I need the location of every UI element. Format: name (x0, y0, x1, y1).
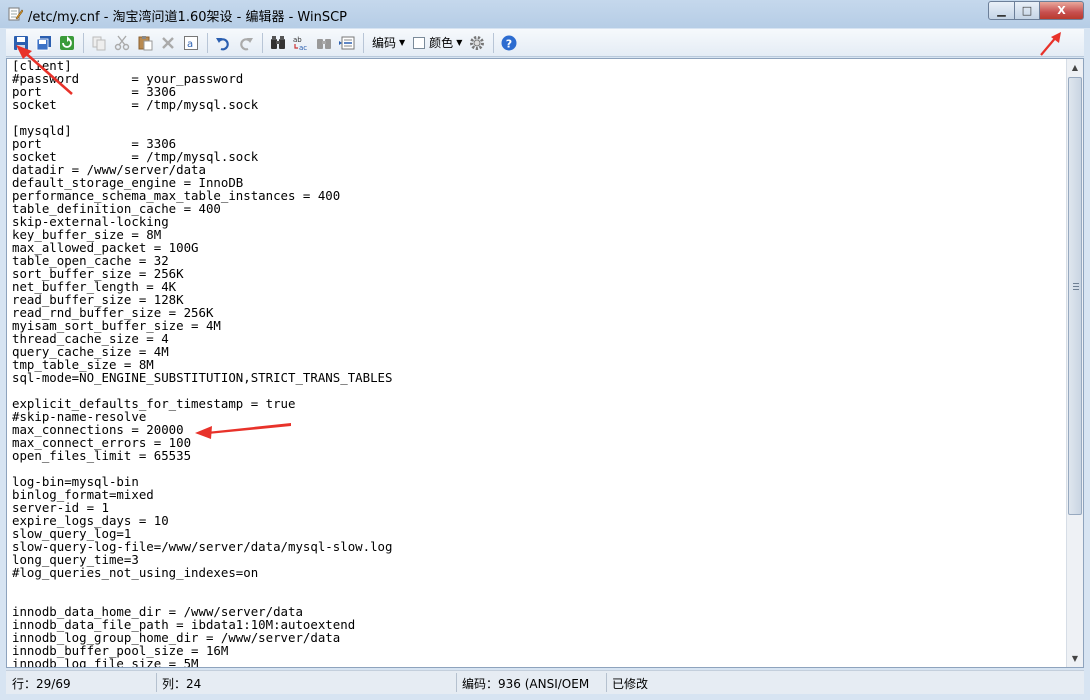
settings-icon (470, 35, 485, 50)
delete-icon (162, 36, 174, 49)
svg-text:a: a (187, 39, 193, 50)
select-all-icon: a (184, 35, 198, 50)
svg-text:ac: ac (299, 44, 307, 51)
status-divider (456, 673, 457, 692)
encoding-label: 编码 (372, 36, 397, 50)
undo-button[interactable] (212, 32, 234, 54)
chevron-down-icon: ▼ (399, 38, 406, 47)
goto-line-button[interactable] (336, 32, 358, 54)
annotation-arrow-icon (195, 423, 291, 439)
paste-button[interactable] (134, 32, 156, 54)
editor-content[interactable]: [client] #password = your_password port = … (12, 59, 392, 667)
toolbar-separator (83, 32, 84, 53)
code-line[interactable]: innodb_log_file_size = 5M (12, 657, 392, 667)
encoding-dropdown[interactable]: 编码 ▼ (372, 34, 405, 51)
editor-window: /etc/my.cnf - 淘宝湾问道1.60架设 - 编辑器 - WinSCP… (0, 0, 1090, 700)
code-line[interactable] (12, 579, 392, 592)
status-encoding: 编码：936 (ANSI/OEM (462, 677, 590, 691)
help-icon: ? (501, 35, 517, 50)
close-button[interactable]: X (1039, 1, 1084, 20)
scroll-down-icon[interactable]: ▼ (1067, 650, 1083, 667)
toolbar-separator (207, 32, 208, 53)
code-line[interactable]: open_files_limit = 65535 (12, 449, 392, 462)
find-next-button[interactable] (313, 32, 335, 54)
undo-icon (216, 37, 229, 50)
code-line[interactable]: socket = /tmp/mysql.sock (12, 98, 392, 111)
svg-text:?: ? (506, 37, 512, 50)
chevron-down-icon: ▼ (456, 38, 463, 47)
close-icon: X (1057, 4, 1066, 17)
minimize-icon: ▁ (997, 4, 1006, 17)
help-button[interactable]: ? (498, 32, 520, 54)
scroll-thumb[interactable] (1068, 77, 1082, 515)
toolbar-separator (493, 32, 495, 53)
maximize-button[interactable]: □ (1014, 1, 1040, 20)
grip-icon (1073, 283, 1079, 290)
code-line[interactable]: #log_queries_not_using_indexes=on (12, 566, 392, 579)
status-modified: 已修改 (612, 677, 649, 691)
vertical-scrollbar[interactable]: ▲ ▼ (1066, 59, 1083, 667)
cut-icon (114, 35, 130, 50)
annotation-arrow-icon (16, 45, 73, 95)
find-next-icon (317, 38, 331, 49)
window-title: /etc/my.cnf - 淘宝湾问道1.60架设 - 编辑器 - WinSCP (28, 10, 348, 25)
minimize-button[interactable]: ▁ (988, 1, 1015, 20)
replace-icon: abac (293, 36, 307, 51)
find-button[interactable] (267, 32, 289, 54)
status-divider (606, 673, 607, 692)
find-icon (271, 35, 285, 49)
select-all-button[interactable]: a (180, 32, 202, 54)
redo-button[interactable] (235, 32, 257, 54)
notepad-edit-icon (7, 6, 24, 22)
paste-icon (138, 35, 153, 50)
color-dropdown[interactable]: 颜色 ▼ (413, 34, 462, 51)
settings-button[interactable] (466, 32, 488, 54)
svg-text:ab: ab (293, 36, 302, 44)
toolbar: a ab ac 编码 ▼ 颜色 ▼ ? (6, 29, 1084, 57)
status-divider (156, 673, 157, 692)
copy-icon (92, 36, 106, 50)
status-row: 行：29/69 (12, 677, 71, 691)
status-column: 列：24 (162, 677, 202, 691)
color-label: 颜色 (429, 36, 454, 50)
status-bar: 行：29/69 列：24 编码：936 (ANSI/OEM 已修改 (6, 670, 1084, 694)
toolbar-separator (363, 32, 364, 53)
replace-button[interactable]: ab ac (290, 32, 312, 54)
copy-button[interactable] (88, 32, 110, 54)
toolbar-separator (262, 32, 263, 53)
delete-button[interactable] (157, 32, 179, 54)
code-line[interactable]: sql-mode=NO_ENGINE_SUBSTITUTION,STRICT_T… (12, 371, 392, 384)
goto-line-icon (339, 36, 355, 49)
text-editor[interactable]: [client] #password = your_password port = … (6, 58, 1084, 668)
color-checkbox[interactable] (413, 36, 426, 49)
scroll-up-icon[interactable]: ▲ (1067, 59, 1083, 76)
title-bar: /etc/my.cnf - 淘宝湾问道1.60架设 - 编辑器 - WinSCP… (0, 0, 1090, 28)
annotation-arrow-icon (1040, 32, 1061, 56)
maximize-icon: □ (1021, 4, 1033, 17)
cut-button[interactable] (111, 32, 133, 54)
redo-icon (240, 37, 253, 50)
